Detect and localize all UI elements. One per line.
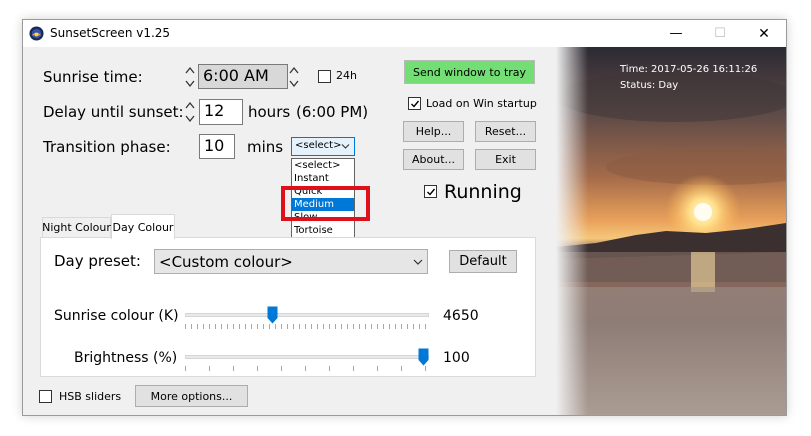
exit-button[interactable]: Exit bbox=[475, 149, 536, 170]
delay-hours-field[interactable]: 12 bbox=[199, 99, 243, 125]
transition-unit-label: mins bbox=[247, 138, 284, 156]
transition-minutes-field[interactable]: 10 bbox=[199, 134, 235, 159]
format-24h-checkbox[interactable] bbox=[318, 70, 331, 83]
status-state: Status: Day bbox=[620, 80, 679, 91]
transition-label: Transition phase: bbox=[43, 138, 171, 156]
running-label: Running bbox=[444, 181, 522, 203]
sunrise-left-spin-icon[interactable] bbox=[185, 65, 195, 89]
brightness-ticks bbox=[185, 366, 429, 371]
title-bar: SunsetScreen v1.25 — ☐ ✕ bbox=[23, 20, 786, 47]
transition-select[interactable]: <select> bbox=[291, 137, 355, 156]
highlight-box bbox=[281, 186, 370, 221]
day-preset-label: Day preset: bbox=[54, 252, 141, 270]
sunrise-colour-slider-thumb[interactable] bbox=[267, 306, 278, 324]
chevron-down-icon bbox=[341, 144, 350, 149]
brightness-value: 100 bbox=[443, 350, 470, 366]
load-startup-label: Load on Win startup bbox=[426, 97, 537, 110]
checkmark-icon bbox=[410, 100, 419, 108]
brightness-slider-track[interactable] bbox=[185, 355, 429, 359]
chevron-down-icon bbox=[413, 259, 423, 265]
format-24h-label: 24h bbox=[336, 69, 357, 82]
send-to-tray-button[interactable]: Send window to tray bbox=[404, 60, 535, 84]
sunset-time-readout: (6:00 PM) bbox=[296, 103, 369, 121]
running-checkbox[interactable] bbox=[424, 185, 437, 198]
delay-spin-icon[interactable] bbox=[185, 100, 195, 124]
main-window: SunsetScreen v1.25 — ☐ ✕ Time: 2017-05-2… bbox=[22, 19, 787, 416]
sunrise-colour-label: Sunrise colour (K) bbox=[54, 308, 179, 324]
brightness-label: Brightness (%) bbox=[74, 350, 178, 366]
tab-day-colour[interactable]: Day Colour bbox=[111, 214, 175, 239]
day-preset-select[interactable]: <Custom colour> bbox=[154, 249, 428, 274]
transition-option-select[interactable]: <select> bbox=[292, 159, 354, 172]
hsb-sliders-label: HSB sliders bbox=[59, 390, 122, 403]
transition-option-tortoise[interactable]: Tortoise bbox=[292, 224, 354, 237]
sunrise-time-label: Sunrise time: bbox=[43, 68, 143, 86]
maximize-button[interactable]: ☐ bbox=[698, 20, 742, 47]
delay-unit-label: hours bbox=[248, 103, 291, 121]
day-preset-value: <Custom colour> bbox=[159, 253, 293, 271]
close-button[interactable]: ✕ bbox=[742, 20, 786, 47]
status-time: Time: 2017-05-26 16:11:26 bbox=[620, 64, 758, 75]
load-startup-checkbox[interactable] bbox=[408, 97, 421, 110]
sunrise-colour-ticks bbox=[185, 324, 429, 329]
window-title: SunsetScreen v1.25 bbox=[50, 26, 171, 40]
checkmark-icon bbox=[426, 188, 435, 196]
help-button[interactable]: Help... bbox=[403, 121, 464, 142]
more-options-button[interactable]: More options... bbox=[135, 385, 248, 407]
sunset-app-icon bbox=[29, 26, 44, 41]
tab-night-colour[interactable]: Night Colour bbox=[42, 217, 111, 237]
sunset-photo bbox=[556, 47, 786, 415]
sunrise-right-spin-icon[interactable] bbox=[289, 65, 299, 89]
minimize-button[interactable]: — bbox=[654, 20, 698, 47]
about-button[interactable]: About... bbox=[403, 149, 464, 170]
sunrise-time-field[interactable]: 6:00 AM bbox=[198, 64, 288, 89]
transition-select-value: <select> bbox=[295, 140, 342, 151]
transition-option-instant[interactable]: Instant bbox=[292, 172, 354, 185]
brightness-slider-thumb[interactable] bbox=[418, 348, 429, 366]
default-button[interactable]: Default bbox=[449, 250, 517, 273]
hsb-sliders-checkbox[interactable] bbox=[39, 390, 52, 403]
reset-button[interactable]: Reset... bbox=[475, 121, 536, 142]
delay-label: Delay until sunset: bbox=[43, 103, 184, 121]
client-area: Time: 2017-05-26 16:11:26 Status: Day Su… bbox=[23, 47, 786, 415]
sunrise-colour-value: 4650 bbox=[443, 308, 479, 324]
sunrise-colour-slider-track[interactable] bbox=[185, 313, 429, 317]
